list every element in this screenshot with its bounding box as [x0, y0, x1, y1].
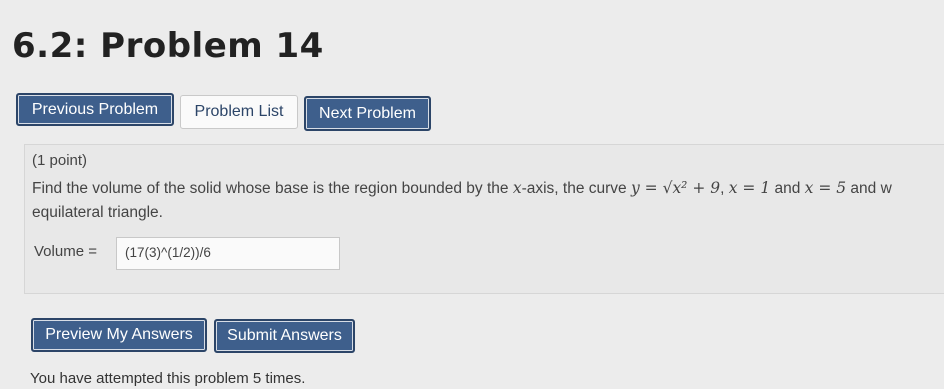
- question-text-before: Find the volume of the solid whose base …: [32, 180, 513, 197]
- curve-equation: y = √x² + 9: [630, 179, 721, 197]
- question-and: and: [770, 180, 805, 197]
- previous-problem-button[interactable]: Previous Problem: [16, 93, 174, 126]
- submit-answers-button[interactable]: Submit Answers: [214, 319, 355, 353]
- problem-points: (1 point): [32, 152, 88, 169]
- problem-statement: Find the volume of the solid whose base …: [32, 176, 944, 225]
- volume-label: Volume =: [34, 243, 97, 260]
- next-problem-button[interactable]: Next Problem: [304, 96, 431, 131]
- preview-answers-button[interactable]: Preview My Answers: [31, 318, 207, 352]
- page-title: 6.2: Problem 14: [12, 26, 324, 66]
- attempts-status: You have attempted this problem 5 times.: [30, 370, 306, 387]
- upper-bound: x = 5: [804, 179, 847, 197]
- problem-list-button[interactable]: Problem List: [180, 95, 298, 129]
- x-variable: x: [512, 179, 522, 197]
- question-sep: ,: [720, 180, 729, 197]
- lower-bound: x = 1: [728, 179, 771, 197]
- question-line2: equilateral triangle.: [32, 204, 163, 221]
- question-text-after: and w: [846, 180, 892, 197]
- volume-answer-input[interactable]: (17(3)^(1/2))/6: [116, 237, 340, 270]
- question-text-axis: -axis, the curve: [521, 180, 631, 197]
